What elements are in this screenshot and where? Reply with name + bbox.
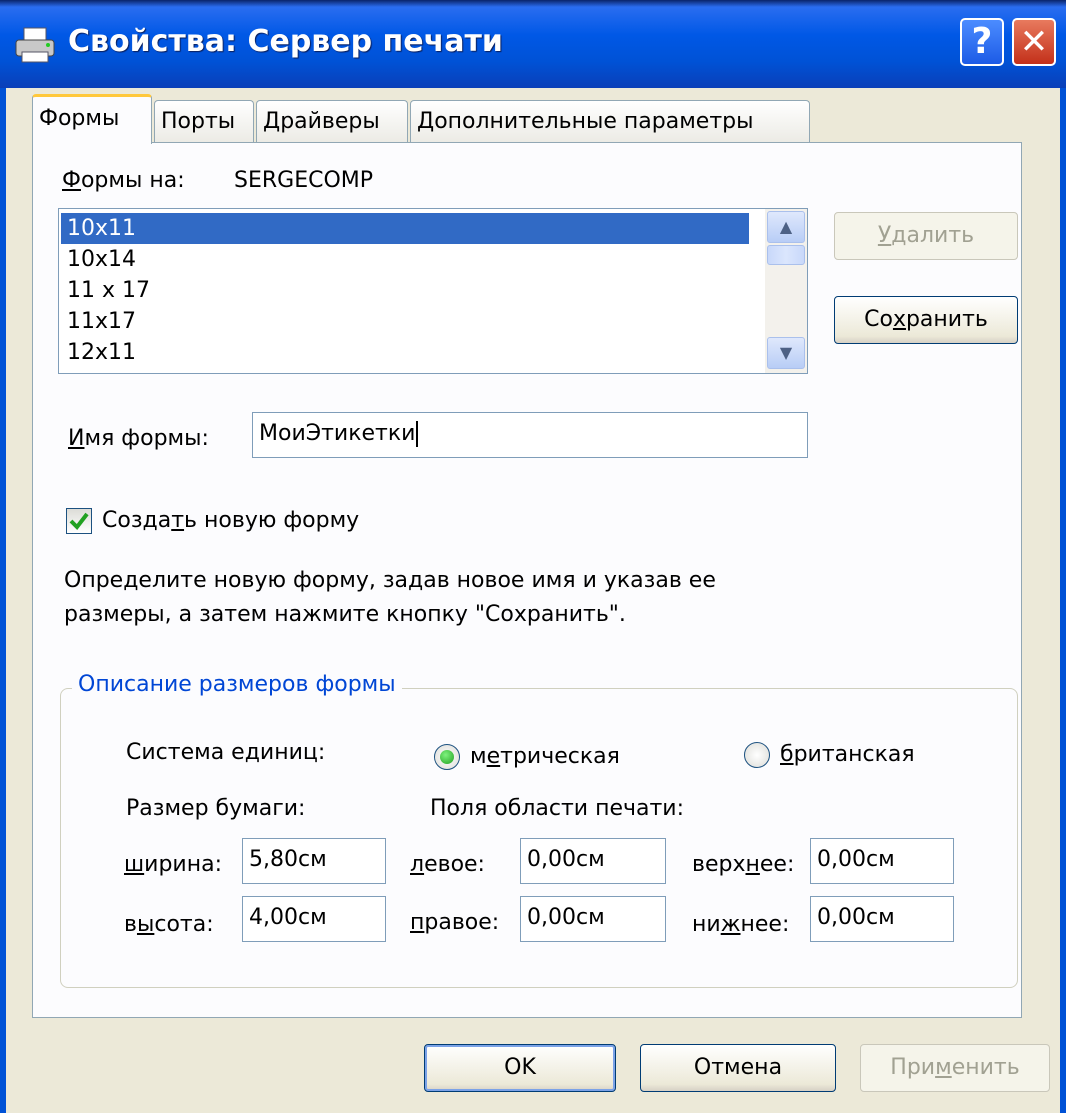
- list-item[interactable]: 10x11: [61, 213, 749, 244]
- form-name-input[interactable]: МоиЭтикетки: [252, 412, 808, 458]
- width-label: ширина:: [124, 852, 222, 877]
- bottom-margin-input[interactable]: 0,00см: [810, 896, 954, 942]
- create-new-form-label[interactable]: Создать новую форму: [102, 508, 359, 533]
- height-label: высота:: [124, 912, 214, 937]
- metric-radio[interactable]: [434, 744, 460, 770]
- right-margin-label: правое:: [410, 910, 500, 935]
- close-button[interactable]: ✕: [1012, 18, 1056, 66]
- units-label: Система единиц:: [126, 740, 326, 765]
- height-input[interactable]: 4,00см: [242, 896, 386, 942]
- tab-advanced[interactable]: Дополнительные параметры: [410, 100, 810, 142]
- ok-button[interactable]: OK: [424, 1044, 616, 1092]
- top-margin-label: верхнее:: [692, 852, 795, 877]
- forms-on-label: Формы на:: [62, 168, 185, 193]
- list-item[interactable]: 11x17: [61, 306, 749, 337]
- tab-drivers[interactable]: Драйверы: [256, 100, 408, 142]
- tab-forms[interactable]: Формы: [32, 94, 152, 144]
- scroll-down-icon[interactable]: ▼: [767, 337, 805, 369]
- radio-selected-icon: [440, 750, 454, 764]
- create-new-form-checkbox[interactable]: [66, 508, 92, 534]
- list-item[interactable]: 10x14: [61, 244, 749, 275]
- list-item[interactable]: 11 x 17: [61, 275, 749, 306]
- paper-size-label: Размер бумаги:: [126, 796, 306, 821]
- width-input[interactable]: 5,80см: [242, 838, 386, 884]
- tab-ports[interactable]: Порты: [154, 100, 254, 142]
- metric-label[interactable]: метрическая: [470, 744, 620, 769]
- list-item[interactable]: 12x11: [61, 337, 749, 368]
- left-margin-label: левое:: [410, 852, 485, 877]
- cancel-button[interactable]: Отмена: [640, 1044, 836, 1092]
- margins-label: Поля области печати:: [430, 796, 684, 821]
- hint-line-2: размеры, а затем нажмите кнопку "Сохрани…: [64, 602, 626, 627]
- imperial-radio[interactable]: [744, 742, 770, 768]
- save-button[interactable]: Сохранить: [834, 296, 1018, 344]
- scroll-thumb[interactable]: [767, 245, 805, 265]
- list-scrollbar[interactable]: ▲ ▼: [765, 209, 807, 373]
- hint-line-1: Определите новую форму, задав новое имя …: [64, 568, 716, 593]
- left-margin-input[interactable]: 0,00см: [520, 838, 666, 884]
- scroll-up-icon[interactable]: ▲: [767, 211, 805, 243]
- top-margin-input[interactable]: 0,00см: [810, 838, 954, 884]
- groupbox-title: Описание размеров формы: [72, 672, 402, 697]
- imperial-label[interactable]: британская: [780, 742, 915, 767]
- form-name-label: Имя формы:: [68, 426, 209, 451]
- right-margin-input[interactable]: 0,00см: [520, 896, 666, 942]
- apply-button[interactable]: Применить: [860, 1044, 1050, 1092]
- server-name: SERGECOMP: [234, 168, 374, 193]
- checkmark-icon: [69, 512, 89, 531]
- forms-listbox[interactable]: 10x11 10x14 11 x 17 11x17 12x11 ▲ ▼: [58, 208, 808, 374]
- delete-button[interactable]: Удалить: [834, 212, 1018, 260]
- window-frame-left: [0, 88, 6, 1113]
- help-button[interactable]: ?: [960, 18, 1004, 66]
- window-frame-right: [1060, 88, 1066, 1113]
- window-title: Свойства: Сервер печати: [68, 24, 503, 59]
- printer-icon: [15, 27, 55, 63]
- bottom-margin-label: нижнее:: [692, 912, 790, 937]
